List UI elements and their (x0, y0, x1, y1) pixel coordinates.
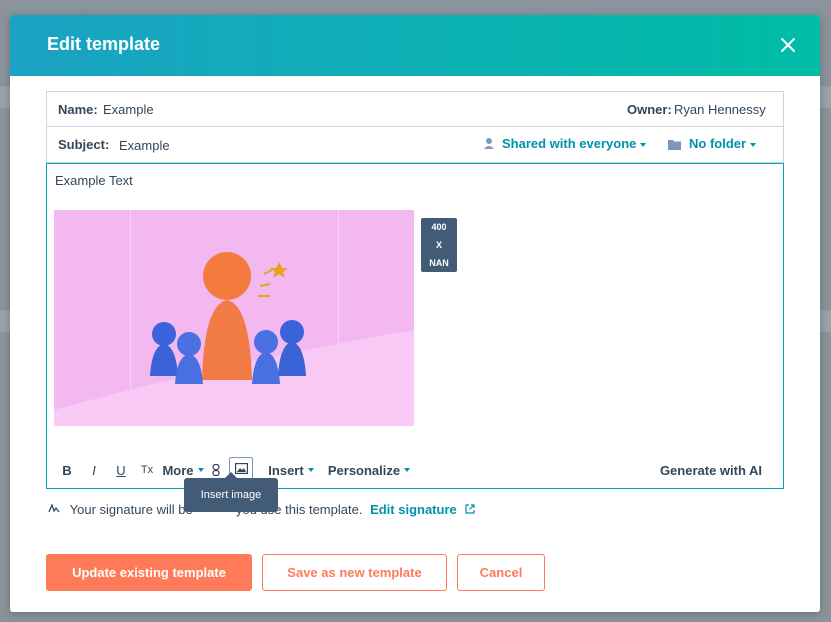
image-height: NAN (429, 258, 449, 268)
insert-image-tooltip: Insert image (184, 472, 278, 512)
close-icon[interactable] (778, 35, 798, 55)
user-icon (483, 137, 495, 153)
cancel-button[interactable]: Cancel (457, 554, 545, 591)
insert-label: Insert (268, 462, 304, 478)
folder-icon (668, 138, 681, 153)
image-size-separator: X (435, 240, 442, 250)
update-existing-template-button[interactable]: Update existing template (46, 554, 252, 591)
sharing-label: Shared with everyone (502, 136, 637, 151)
subject-value[interactable]: Example (119, 138, 170, 153)
personalize-label: Personalize (327, 462, 401, 478)
more-label: More (162, 462, 194, 478)
edit-signature-label: Edit signature (370, 502, 457, 517)
owner-value: Ryan Hennessy (674, 102, 766, 117)
bold-button[interactable]: B (59, 458, 75, 482)
external-link-icon (465, 502, 475, 517)
email-body-editor[interactable]: Example Text 400 X NAN B I U Tx More Ins… (46, 163, 784, 489)
underline-button[interactable]: U (113, 458, 129, 482)
generate-with-ai-button[interactable]: Generate with AI (651, 458, 771, 482)
body-text[interactable]: Example Text (55, 173, 133, 188)
chevron-down-icon (750, 142, 757, 147)
signature-text-before: Your signature will be (69, 502, 193, 517)
modal-header: Edit template (10, 15, 820, 76)
personalize-dropdown[interactable]: Personalize (326, 458, 412, 482)
inserted-image[interactable] (54, 210, 414, 426)
italic-button[interactable]: I (86, 458, 102, 482)
subject-row: Subject: Example Shared with everyone No… (46, 127, 784, 163)
save-as-new-template-button[interactable]: Save as new template (262, 554, 447, 591)
folder-dropdown[interactable]: No folder (689, 136, 757, 151)
editor-toolbar: B I U Tx More Insert Personalize Generat… (47, 457, 783, 482)
chevron-down-icon (197, 468, 204, 472)
name-value[interactable]: Example (103, 102, 154, 117)
chevron-down-icon (307, 468, 314, 472)
name-row: Name: Example Owner: Ryan Hennessy (46, 91, 784, 127)
signature-icon (48, 502, 62, 517)
folder-label: No folder (689, 136, 747, 151)
modal-title: Edit template (47, 34, 161, 54)
image-width: 400 (431, 222, 447, 232)
subject-label: Subject: (58, 137, 110, 152)
clear-format-button[interactable]: Tx (139, 458, 155, 482)
owner-label: Owner: (627, 102, 672, 117)
edit-signature-link[interactable]: Edit signature (370, 502, 457, 517)
chevron-down-icon (640, 142, 647, 147)
sharing-dropdown[interactable]: Shared with everyone (502, 136, 647, 151)
image-size-badge: 400 X NAN (421, 218, 457, 272)
name-label: Name: (58, 102, 98, 117)
edit-template-modal: Edit template Name: Example Owner: Ryan … (10, 15, 820, 612)
chevron-down-icon (404, 468, 411, 472)
